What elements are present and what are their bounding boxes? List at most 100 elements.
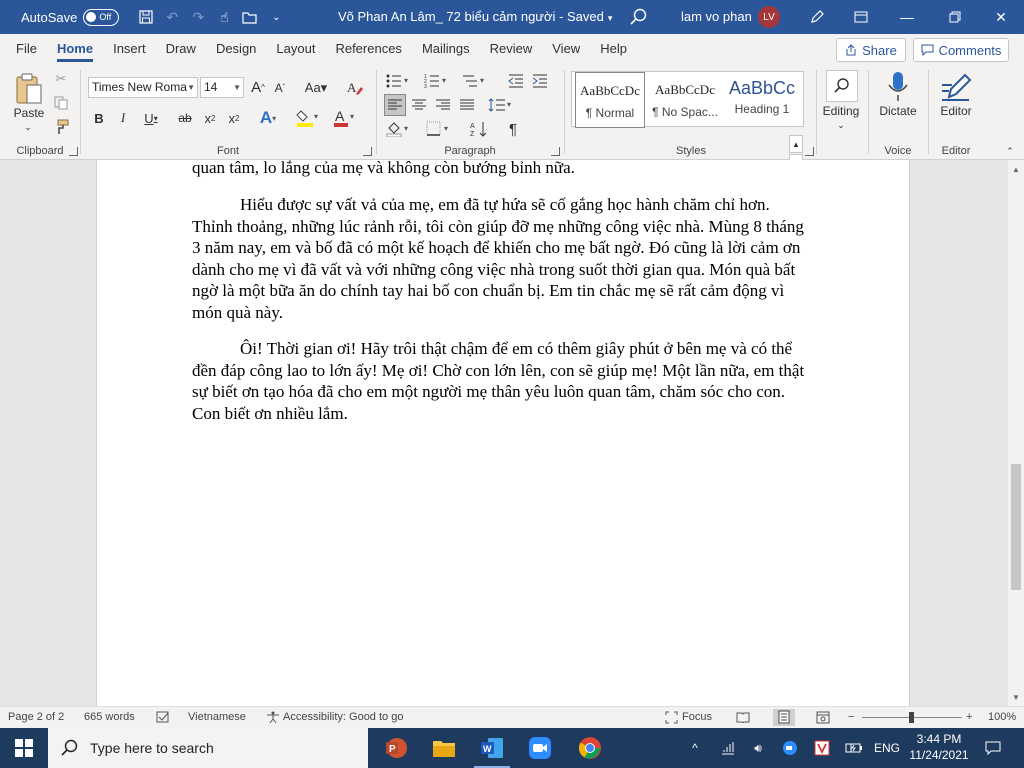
file-explorer-icon[interactable]: [420, 728, 468, 768]
editor-button[interactable]: Editor: [930, 104, 982, 118]
tab-draw[interactable]: Draw: [156, 34, 206, 64]
paragraph-launcher[interactable]: [551, 147, 560, 156]
close-icon[interactable]: ✕: [978, 0, 1024, 34]
paste-icon[interactable]: [12, 70, 46, 108]
cut-icon[interactable]: ✂: [52, 70, 70, 88]
restore-icon[interactable]: [932, 0, 978, 34]
tab-design[interactable]: Design: [206, 34, 266, 64]
strikethrough-icon[interactable]: ab: [174, 108, 196, 128]
accessibility-status[interactable]: Accessibility: Good to go: [283, 711, 403, 723]
show-hidden-icons-icon[interactable]: ^: [682, 728, 708, 768]
tab-insert[interactable]: Insert: [103, 34, 156, 64]
tab-references[interactable]: References: [325, 34, 411, 64]
bold-icon[interactable]: B: [90, 108, 108, 128]
underline-icon[interactable]: U ▾: [138, 108, 164, 128]
customize-toolbar-icon[interactable]: ⌄: [263, 4, 289, 30]
ribbon-display-icon[interactable]: [838, 0, 884, 34]
microphone-icon[interactable]: [884, 70, 912, 104]
align-center-icon[interactable]: [408, 94, 430, 116]
font-name-combo[interactable]: Times New Roma ▼: [88, 77, 198, 98]
font-size-combo[interactable]: 14 ▼: [200, 77, 244, 98]
undo-icon[interactable]: ↶: [159, 4, 185, 30]
avatar[interactable]: LV: [758, 6, 780, 28]
format-painter-icon[interactable]: [52, 118, 70, 136]
italic-icon[interactable]: I: [114, 108, 132, 128]
redo-icon[interactable]: ↷: [185, 4, 211, 30]
antivirus-icon[interactable]: [810, 728, 834, 768]
minimize-icon[interactable]: —: [884, 0, 930, 34]
text-effects-icon[interactable]: A ▾: [254, 108, 282, 128]
powerpoint-icon[interactable]: P: [372, 728, 420, 768]
windows-start-icon[interactable]: [0, 728, 48, 768]
scroll-thumb[interactable]: [1011, 464, 1021, 590]
style-no-spacing[interactable]: AaBbCcDc ¶ No Spac...: [648, 72, 722, 128]
highlight-icon[interactable]: ▾: [290, 108, 324, 128]
sort-icon[interactable]: AZ: [468, 118, 490, 140]
align-right-icon[interactable]: [432, 94, 454, 116]
tab-layout[interactable]: Layout: [266, 34, 325, 64]
tab-file[interactable]: File: [0, 34, 47, 64]
focus-icon[interactable]: [665, 711, 678, 727]
touch-mode-icon[interactable]: ☝: [211, 4, 237, 30]
print-layout-icon[interactable]: [773, 709, 795, 726]
word-count[interactable]: 665 words: [84, 711, 135, 723]
clipboard-launcher[interactable]: [69, 147, 78, 156]
share-button[interactable]: Share: [836, 38, 906, 62]
scroll-up-icon[interactable]: ▲: [1008, 162, 1024, 176]
accessibility-icon[interactable]: [266, 711, 280, 727]
dictate-button[interactable]: Dictate: [870, 104, 926, 118]
change-case-icon[interactable]: Aa▾: [302, 77, 330, 98]
scroll-down-icon[interactable]: ▼: [1008, 690, 1024, 704]
zoom-app-icon[interactable]: [516, 728, 564, 768]
decrease-indent-icon[interactable]: [506, 70, 526, 92]
editing-group[interactable]: Editing ⌄: [818, 64, 864, 160]
grow-font-icon[interactable]: A ^: [248, 77, 268, 98]
network-icon[interactable]: [716, 728, 740, 768]
tab-view[interactable]: View: [542, 34, 590, 64]
font-color-icon[interactable]: A ▾: [330, 108, 360, 128]
paste-dropdown-icon[interactable]: ⌄: [20, 122, 36, 132]
copy-icon[interactable]: [52, 94, 70, 112]
comments-button[interactable]: Comments: [913, 38, 1009, 62]
document-title[interactable]: Võ Phan An Lâm_ 72 biểu cảm người - Save…: [338, 9, 612, 24]
zoom-level[interactable]: 100%: [988, 711, 1016, 723]
increase-indent-icon[interactable]: [530, 70, 550, 92]
styles-launcher[interactable]: [805, 147, 814, 156]
user-name[interactable]: lam vo phan: [681, 9, 752, 24]
language-status[interactable]: Vietnamese: [188, 711, 246, 723]
clock[interactable]: 3:44 PM 11/24/2021: [906, 731, 972, 763]
tab-review[interactable]: Review: [480, 34, 543, 64]
align-left-icon[interactable]: [384, 94, 406, 116]
numbering-icon[interactable]: 1 2 3 ▾: [422, 70, 452, 92]
borders-icon[interactable]: ▾: [424, 118, 454, 140]
volume-icon[interactable]: 🔊︎: [746, 728, 770, 768]
page-count[interactable]: Page 2 of 2: [8, 711, 64, 723]
editor-icon[interactable]: [938, 70, 974, 104]
battery-icon[interactable]: [842, 728, 866, 768]
language-indicator[interactable]: ENG: [872, 728, 902, 768]
zoom-out-icon[interactable]: −: [848, 711, 854, 723]
multilevel-list-icon[interactable]: ▾: [460, 70, 490, 92]
line-spacing-icon[interactable]: ▾: [486, 94, 516, 116]
shading-icon[interactable]: ▾: [384, 118, 414, 140]
taskbar-search[interactable]: Type here to search: [48, 728, 368, 768]
paste-button[interactable]: Paste: [10, 106, 48, 120]
proofing-icon[interactable]: [156, 711, 170, 726]
tab-help[interactable]: Help: [590, 34, 637, 64]
tab-home[interactable]: Home: [47, 34, 103, 64]
superscript-icon[interactable]: x2: [224, 108, 244, 128]
collapse-ribbon-icon[interactable]: ⌃: [1002, 144, 1018, 158]
subscript-icon[interactable]: x2: [200, 108, 220, 128]
autosave-toggle[interactable]: Off: [83, 8, 120, 26]
zoom-in-icon[interactable]: +: [966, 711, 972, 723]
focus-button[interactable]: Focus: [682, 711, 712, 723]
show-formatting-marks-icon[interactable]: ¶: [502, 118, 524, 140]
pen-icon[interactable]: [794, 0, 840, 34]
vertical-scrollbar[interactable]: ▲ ▼: [1008, 160, 1024, 706]
read-mode-icon[interactable]: [736, 711, 750, 726]
clear-formatting-icon[interactable]: A: [344, 77, 366, 98]
shrink-font-icon[interactable]: Aˇ: [270, 77, 290, 98]
zoom-slider-thumb[interactable]: [909, 712, 914, 723]
justify-icon[interactable]: [456, 94, 478, 116]
styles-scroll-up-icon[interactable]: ▲: [789, 135, 803, 153]
